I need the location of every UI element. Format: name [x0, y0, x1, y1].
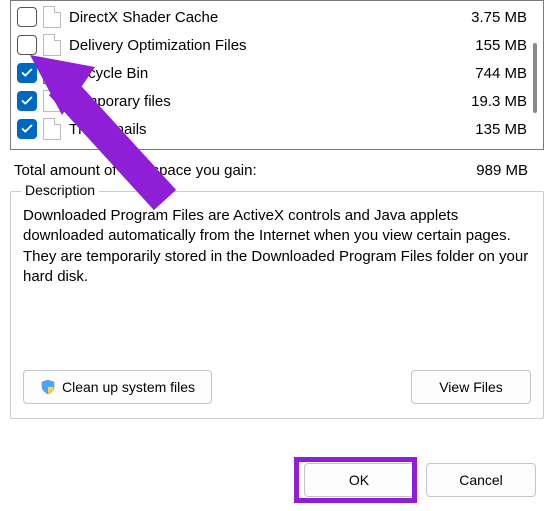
file-icon [43, 90, 61, 112]
file-icon [43, 6, 61, 28]
button-label: OK [349, 472, 369, 488]
list-item[interactable]: DirectX Shader Cache 3.75 MB [11, 3, 543, 31]
scrollbar-thumb[interactable] [533, 43, 537, 113]
list-item[interactable]: Thumbnails 135 MB [11, 115, 543, 143]
total-label: Total amount of disk space you gain: [14, 162, 476, 179]
button-label: Cancel [459, 472, 503, 488]
clean-up-system-files-button[interactable]: Clean up system files [23, 370, 212, 404]
item-size: 135 MB [457, 121, 537, 138]
item-label: Delivery Optimization Files [69, 37, 457, 54]
file-icon [43, 118, 61, 140]
item-label: Temporary files [69, 93, 457, 110]
files-list: DirectX Shader Cache 3.75 MB Delivery Op… [10, 0, 544, 150]
item-size: 3.75 MB [457, 9, 537, 26]
list-item[interactable]: Recycle Bin 744 MB [11, 59, 543, 87]
checkbox[interactable] [17, 119, 37, 139]
list-item[interactable]: Delivery Optimization Files 155 MB [11, 31, 543, 59]
item-label: DirectX Shader Cache [69, 9, 457, 26]
file-icon [43, 34, 61, 56]
item-label: Recycle Bin [69, 65, 457, 82]
description-group: Description Downloaded Program Files are… [10, 191, 544, 419]
checkbox[interactable] [17, 91, 37, 111]
description-text: Downloaded Program Files are ActiveX con… [23, 206, 531, 287]
ok-button[interactable]: OK [304, 463, 414, 497]
shield-icon [40, 379, 56, 395]
recycle-bin-icon [43, 62, 61, 84]
item-size: 19.3 MB [457, 93, 537, 110]
item-size: 155 MB [457, 37, 537, 54]
checkbox[interactable] [17, 7, 37, 27]
list-item[interactable]: Temporary files 19.3 MB [11, 87, 543, 115]
cancel-button[interactable]: Cancel [426, 463, 536, 497]
checkbox[interactable] [17, 63, 37, 83]
checkbox[interactable] [17, 35, 37, 55]
description-legend: Description [21, 182, 99, 198]
button-label: View Files [439, 379, 503, 395]
total-value: 989 MB [476, 162, 528, 179]
scrollbar[interactable] [527, 3, 541, 147]
view-files-button[interactable]: View Files [411, 370, 531, 404]
item-label: Thumbnails [69, 121, 457, 138]
total-line: Total amount of disk space you gain: 989… [10, 160, 544, 181]
button-label: Clean up system files [62, 379, 195, 395]
disk-cleanup-panel: DirectX Shader Cache 3.75 MB Delivery Op… [10, 0, 544, 445]
item-size: 744 MB [457, 65, 537, 82]
